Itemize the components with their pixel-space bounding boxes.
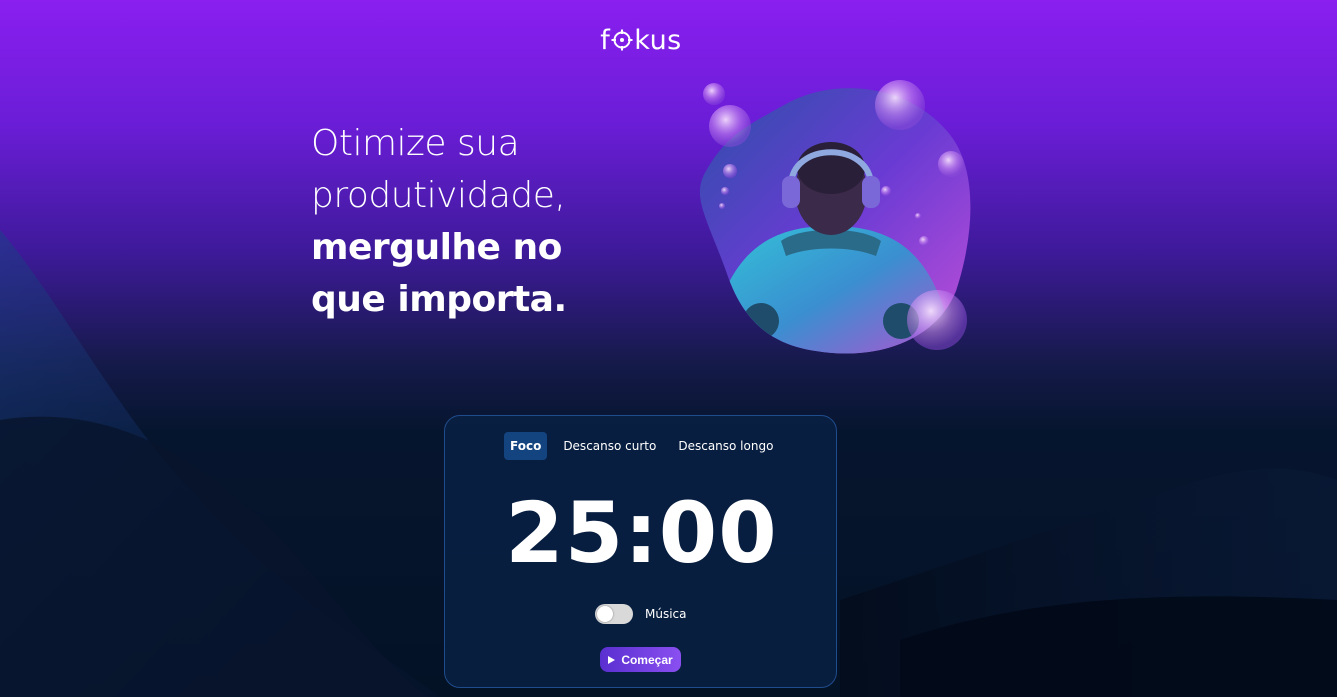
hero-image xyxy=(699,80,971,354)
headline: Otimize sua produtividade, mergulhe no q… xyxy=(311,118,651,326)
toggle-knob xyxy=(597,606,613,622)
target-icon xyxy=(611,29,633,51)
play-icon xyxy=(608,655,616,664)
headline-line-4: que importa. xyxy=(311,279,567,320)
timer-card: Foco Descanso curto Descanso longo 25:00… xyxy=(444,415,837,688)
fokus-logo: f kus xyxy=(596,24,686,56)
tab-descanso-curto[interactable]: Descanso curto xyxy=(557,432,662,460)
headline-line-2: produtividade, xyxy=(311,175,566,216)
tab-descanso-longo[interactable]: Descanso longo xyxy=(672,432,779,460)
start-button[interactable]: Começar xyxy=(600,647,681,672)
tab-foco[interactable]: Foco xyxy=(504,432,548,460)
timer-mode-tabs: Foco Descanso curto Descanso longo xyxy=(504,432,779,460)
logo-text-left: f xyxy=(600,24,611,56)
music-toggle-row: Música xyxy=(595,604,687,624)
music-toggle[interactable] xyxy=(595,604,633,624)
music-label: Música xyxy=(645,607,687,621)
start-button-label: Começar xyxy=(621,652,673,667)
timer-display: 25:00 xyxy=(505,484,778,582)
headline-line-1: Otimize sua xyxy=(311,123,520,164)
headline-line-3: mergulhe no xyxy=(311,227,562,268)
logo-text-right: kus xyxy=(634,24,682,56)
